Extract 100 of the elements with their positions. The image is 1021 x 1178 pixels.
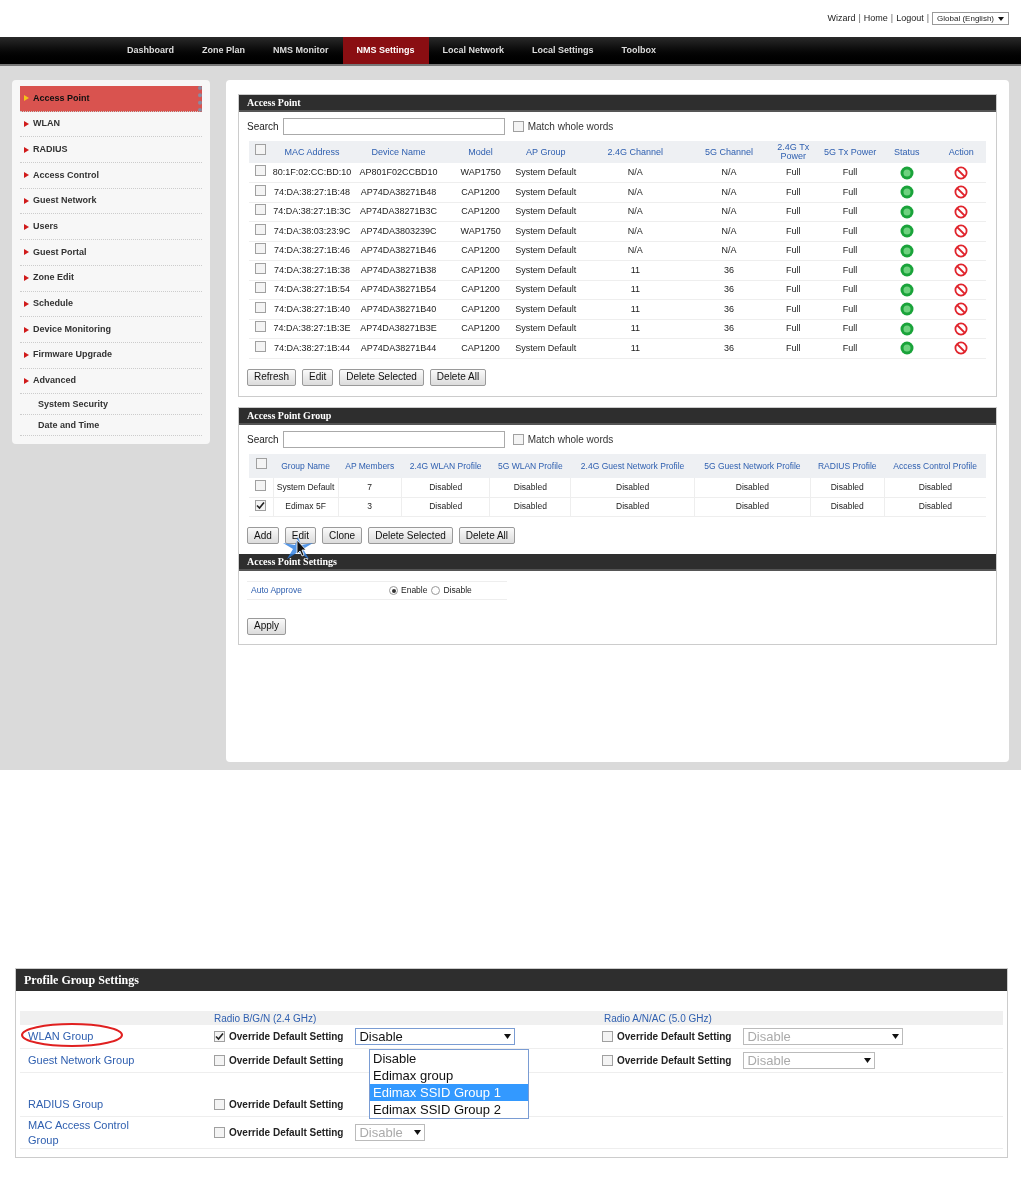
chevron-icon xyxy=(24,146,29,153)
block-icon[interactable] xyxy=(954,243,969,258)
nav-tab[interactable]: Zone Plan xyxy=(188,37,260,64)
checkbox[interactable] xyxy=(255,184,267,196)
sidebar-item[interactable]: Device Monitoring xyxy=(20,317,202,343)
top-link[interactable]: Home xyxy=(863,11,888,25)
table-cell: Full xyxy=(763,280,823,300)
sidebar-item[interactable]: RADIUS xyxy=(20,137,202,164)
section-header: Access Point Group xyxy=(239,407,996,425)
sidebar-item[interactable]: WLAN xyxy=(20,111,202,138)
table-cell: 11 xyxy=(576,338,695,358)
select-field[interactable]: Disable xyxy=(355,1028,516,1045)
sidebar-item[interactable]: Zone Edit xyxy=(20,265,202,292)
search-field[interactable] xyxy=(282,118,505,135)
sidebar-item[interactable]: System Security xyxy=(20,394,202,416)
section-header: Access Point xyxy=(239,95,996,112)
checkbox[interactable] xyxy=(255,479,267,491)
table-cell: AP74DA3803239C xyxy=(351,221,446,241)
table-cell: Full xyxy=(822,221,878,241)
checkbox[interactable] xyxy=(255,204,267,215)
table-cell: N/A xyxy=(576,163,695,183)
sidebar-item[interactable]: Date and Time xyxy=(20,415,202,437)
sidebar-item[interactable]: Access Point xyxy=(20,86,202,112)
checkbox[interactable] xyxy=(214,1055,225,1066)
action-button[interactable]: Delete Selected xyxy=(339,368,424,386)
nav-tab[interactable]: Toolbox xyxy=(607,37,670,64)
sidebar-item[interactable]: Schedule xyxy=(20,291,202,318)
table-cell: Disabled xyxy=(570,477,695,497)
row-label: RADIUS Group xyxy=(28,1097,104,1112)
radio-button[interactable] xyxy=(431,586,441,595)
checkbox[interactable] xyxy=(214,1099,225,1110)
dropdown-option[interactable]: Edimax group xyxy=(370,1067,528,1084)
checkbox[interactable] xyxy=(255,458,267,470)
block-icon[interactable] xyxy=(954,224,969,239)
caret-icon xyxy=(864,1058,872,1063)
nav-tab[interactable]: NMS Settings xyxy=(342,37,429,64)
sidebar-item[interactable]: Firmware Upgrade xyxy=(20,342,202,369)
search-field[interactable] xyxy=(282,430,505,448)
table-cell: System Default xyxy=(515,202,577,222)
sidebar-item[interactable]: Advanced xyxy=(20,368,202,395)
checkbox[interactable] xyxy=(255,243,267,254)
table-cell: System Default xyxy=(515,163,577,183)
block-icon[interactable] xyxy=(954,263,969,278)
table-cell: Full xyxy=(763,338,823,358)
nav-tab[interactable]: NMS Monitor xyxy=(259,37,343,64)
nav-tab[interactable]: Local Settings xyxy=(518,37,608,64)
checkbox[interactable] xyxy=(255,262,267,274)
action-button[interactable]: Add xyxy=(247,527,279,544)
sidebar-item[interactable]: Users xyxy=(20,214,202,241)
checkbox[interactable] xyxy=(255,223,267,235)
block-icon[interactable] xyxy=(954,185,969,200)
checkbox[interactable] xyxy=(255,282,267,293)
nav-tab[interactable]: Local Network xyxy=(428,37,519,64)
table-cell: N/A xyxy=(694,221,764,241)
column-header: 2.4G Tx Power xyxy=(763,141,823,163)
dropdown-option[interactable]: Disable xyxy=(370,1050,528,1067)
table-cell: System Default xyxy=(273,477,339,497)
action-button[interactable]: Delete All xyxy=(458,527,516,544)
top-link[interactable]: Logout xyxy=(896,11,924,25)
checkbox[interactable] xyxy=(512,121,524,132)
checkbox-label: Override Default Setting xyxy=(229,1098,344,1112)
radio-label: Enable xyxy=(401,584,428,597)
sidebar-item[interactable]: Access Control xyxy=(20,163,202,189)
table-cell: 74:DA:38:27:1B:40 xyxy=(272,299,352,319)
nav-tab[interactable]: Dashboard xyxy=(113,37,188,64)
action-button[interactable]: Refresh xyxy=(247,368,296,386)
table-cell: WAP1750 xyxy=(445,221,516,241)
table-cell: Disabled xyxy=(810,477,885,497)
block-icon[interactable] xyxy=(954,341,969,356)
action-button[interactable]: Edit xyxy=(302,368,334,386)
table-cell: 11 xyxy=(576,280,695,300)
block-icon[interactable] xyxy=(954,321,969,336)
table-cell: Full xyxy=(822,182,878,202)
action-button[interactable]: Edit xyxy=(284,527,317,544)
table-cell: Disabled xyxy=(810,497,885,517)
top-link[interactable]: Wizard xyxy=(827,11,856,25)
language-select[interactable]: Global (English) xyxy=(932,12,1009,25)
action-button[interactable]: Delete Selected xyxy=(368,527,453,544)
checkbox[interactable] xyxy=(255,164,267,176)
checkbox[interactable] xyxy=(512,433,524,445)
table-cell: Disabled xyxy=(489,477,571,497)
action-button[interactable]: Apply xyxy=(247,617,286,635)
block-icon[interactable] xyxy=(954,282,969,297)
checkbox[interactable] xyxy=(214,1031,225,1042)
table-cell: N/A xyxy=(576,202,695,222)
sidebar-item[interactable]: Guest Portal xyxy=(20,240,202,266)
checkbox[interactable] xyxy=(255,321,267,332)
block-icon[interactable] xyxy=(954,165,969,180)
block-icon[interactable] xyxy=(954,204,969,219)
action-button[interactable]: Delete All xyxy=(429,368,487,386)
checkbox[interactable] xyxy=(255,301,267,313)
action-button[interactable]: Clone xyxy=(322,527,363,544)
block-icon[interactable] xyxy=(954,302,969,317)
checkbox[interactable] xyxy=(255,144,267,156)
dropdown-option[interactable]: Edimax SSID Group 2 xyxy=(370,1101,528,1118)
radio-button[interactable] xyxy=(389,586,398,595)
checkbox[interactable] xyxy=(255,499,267,511)
checkbox[interactable] xyxy=(255,340,267,352)
table-cell: 11 xyxy=(576,319,695,339)
sidebar-item[interactable]: Guest Network xyxy=(20,188,202,215)
